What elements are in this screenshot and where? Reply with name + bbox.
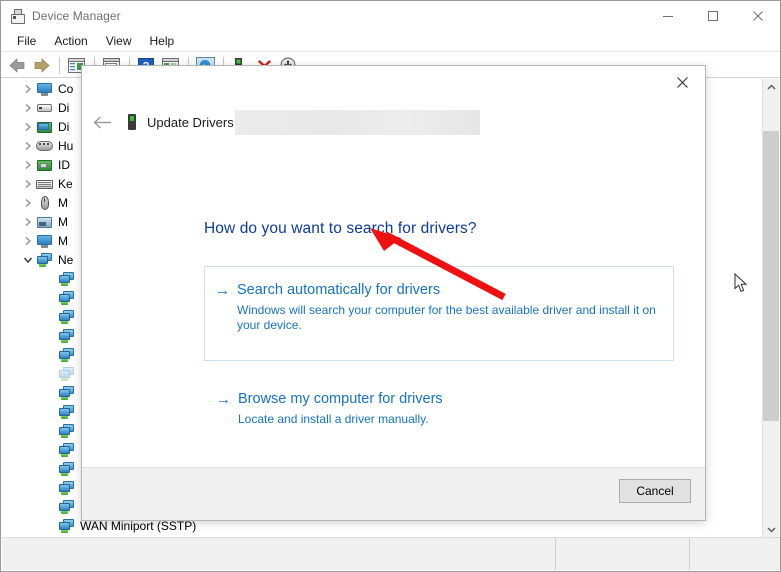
toolbar-separator [59, 56, 60, 74]
ide-controller-icon [36, 157, 53, 173]
dialog-title: Update Drivers [147, 114, 234, 130]
device-manager-icon [9, 8, 25, 24]
tree-item-label: M [58, 233, 68, 248]
status-bar-main [2, 538, 556, 570]
network-adapter-icon [58, 518, 75, 534]
chevron-up-icon[interactable] [763, 79, 779, 96]
status-bar-cell-2 [556, 538, 690, 570]
option-search-automatically[interactable]: → Search automatically for drivers Windo… [204, 266, 674, 361]
network-adapter-icon [58, 309, 75, 325]
chevron-right-icon[interactable] [20, 100, 36, 116]
window-controls [645, 1, 780, 30]
redacted-device-name [234, 109, 480, 135]
network-adapter-icon [58, 328, 75, 344]
mouse-icon [36, 195, 53, 211]
status-bar [2, 537, 780, 570]
tree-item-label: Ke [58, 176, 73, 191]
close-icon[interactable] [660, 66, 705, 98]
dialog-title-bar [82, 66, 705, 98]
modem-icon [36, 214, 53, 230]
maximize-button[interactable] [690, 1, 735, 30]
option-1-head: → Search automatically for drivers [215, 281, 673, 300]
network-adapters-icon [36, 252, 53, 268]
option-2-title: Browse my computer for drivers [238, 391, 443, 407]
option-browse-my-computer[interactable]: → Browse my computer for drivers Locate … [204, 378, 674, 434]
forward-icon[interactable] [30, 54, 52, 76]
window-title: Device Manager [32, 8, 121, 23]
option-1-description: Windows will search your computer for th… [237, 303, 656, 332]
network-adapter-icon [58, 461, 75, 477]
dialog-footer: Cancel [82, 467, 705, 520]
chevron-down-icon[interactable] [763, 521, 779, 538]
device-manager-window: Device Manager File Action View Help Co … [0, 0, 781, 572]
arrow-right-icon: → [215, 282, 230, 299]
back-arrow-icon[interactable] [91, 110, 115, 134]
tree-item-label: Di [58, 100, 70, 115]
menu-item-help[interactable]: Help [142, 32, 183, 50]
tree-item-label: Ne [58, 252, 74, 267]
option-1-title: Search automatically for drivers [237, 282, 441, 298]
tree-item-label: M [58, 195, 68, 210]
network-adapter-icon [58, 499, 75, 515]
update-drivers-dialog: Update Drivers How do you want to search… [81, 65, 706, 521]
computer-icon [36, 81, 53, 97]
dialog-question: How do you want to search for drivers? [204, 220, 477, 237]
chevron-right-icon[interactable] [20, 233, 36, 249]
option-2-head: → Browse my computer for drivers [216, 390, 673, 409]
monitor-icon [36, 233, 53, 249]
network-adapter-icon [58, 423, 75, 439]
tree-item-label: M [58, 214, 68, 229]
status-bar-cell-3 [690, 538, 780, 570]
title-bar: Device Manager [1, 1, 780, 30]
tree-item-label: Hu [58, 138, 74, 153]
network-adapter-icon [58, 385, 75, 401]
option-2-description: Locate and install a driver manually. [238, 412, 429, 426]
arrow-right-icon: → [216, 391, 231, 408]
close-button[interactable] [735, 1, 780, 30]
chevron-right-icon[interactable] [20, 81, 36, 97]
back-icon[interactable] [6, 54, 28, 76]
minimize-button[interactable] [645, 1, 690, 30]
human-interface-device-icon [36, 138, 53, 154]
cancel-button[interactable]: Cancel [619, 479, 691, 503]
tree-item-label: Co [58, 81, 74, 96]
disk-drive-icon [36, 100, 53, 116]
network-adapter-icon [58, 480, 75, 496]
chevron-right-icon[interactable] [20, 119, 36, 135]
menu-item-action[interactable]: Action [46, 32, 95, 50]
scrollbar-thumb[interactable] [763, 131, 779, 421]
tree-item-label: Di [58, 119, 70, 134]
menu-item-view[interactable]: View [98, 32, 140, 50]
menu-bar: File Action View Help [1, 30, 780, 52]
chevron-right-icon[interactable] [20, 157, 36, 173]
chevron-right-icon[interactable] [20, 214, 36, 230]
network-adapter-icon [58, 366, 75, 382]
chevron-down-icon[interactable] [20, 252, 36, 268]
tree-item-label: ID [58, 157, 70, 172]
dialog-header: Update Drivers [82, 98, 705, 146]
vertical-scrollbar[interactable] [762, 79, 779, 538]
network-adapter-icon [58, 271, 75, 287]
network-adapter-icon [58, 442, 75, 458]
network-adapter-icon [58, 404, 75, 420]
display-adapter-icon [36, 119, 53, 135]
network-adapter-icon [58, 347, 75, 363]
chevron-right-icon[interactable] [20, 138, 36, 154]
chevron-right-icon[interactable] [20, 176, 36, 192]
device-icon [125, 114, 139, 130]
menu-item-file[interactable]: File [9, 32, 44, 50]
chevron-right-icon[interactable] [20, 195, 36, 211]
keyboard-icon [36, 176, 53, 192]
network-adapter-icon [58, 290, 75, 306]
